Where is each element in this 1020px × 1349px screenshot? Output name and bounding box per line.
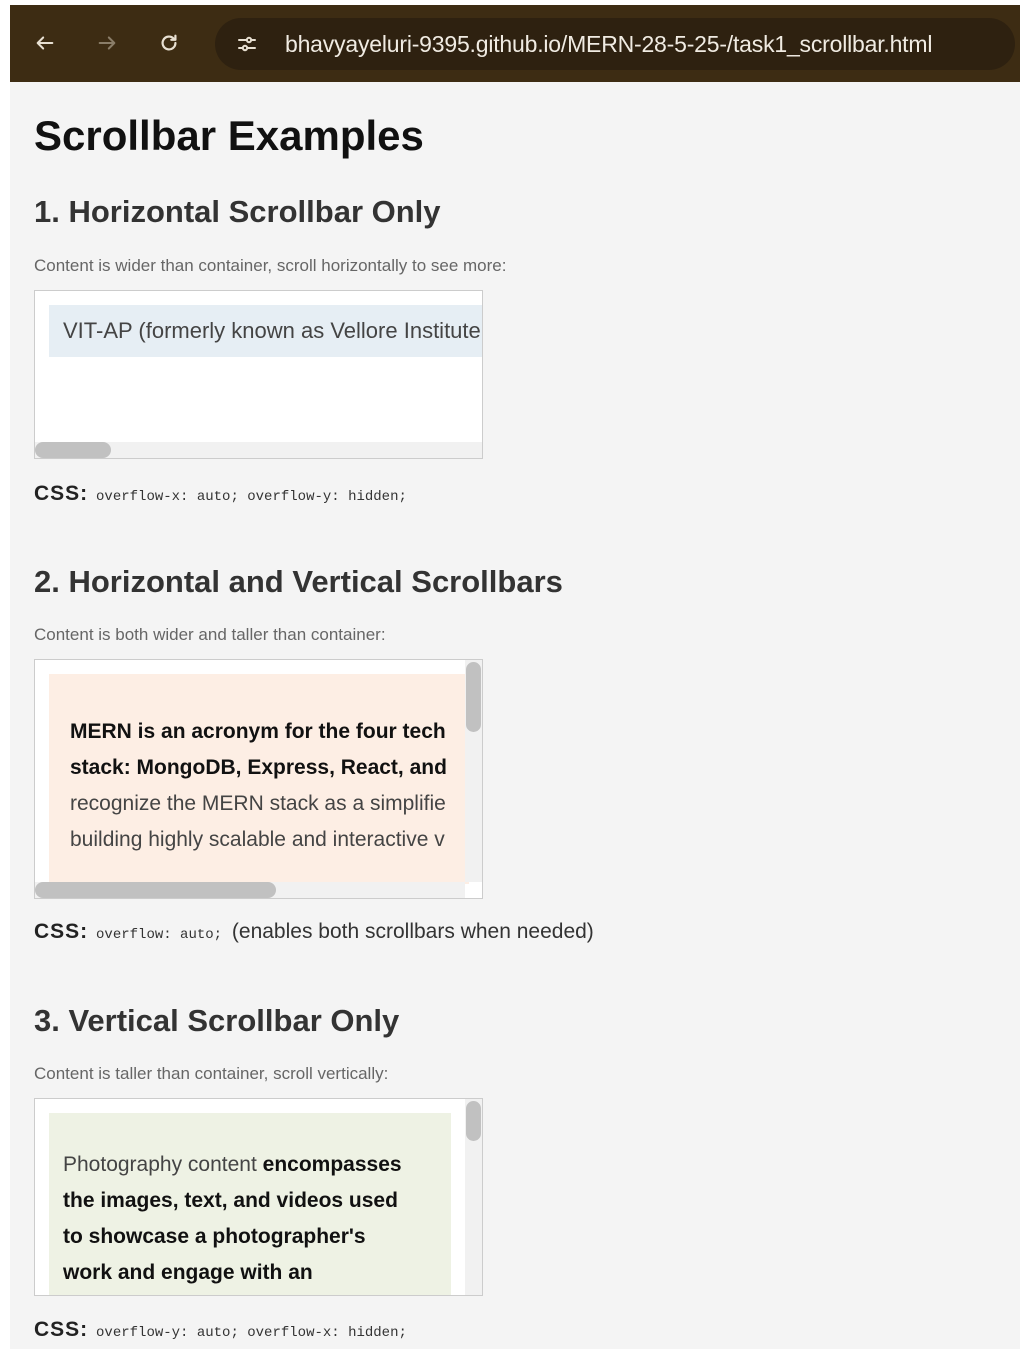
page-title: Scrollbar Examples (34, 112, 424, 159)
section-1-css: CSS: overflow-x: auto; overflow-y: hidde… (34, 482, 407, 506)
box-3-line-2: the images, text, and videos used (63, 1189, 398, 1212)
box-2-line-4: building highly scalable and interactive… (70, 828, 445, 851)
css-code: overflow-y: auto; overflow-x: hidden; (96, 1325, 407, 1341)
css-label: CSS: (34, 920, 89, 943)
css-code: overflow-x: auto; overflow-y: hidden; (96, 489, 407, 505)
section-3-css: CSS: overflow-y: auto; overflow-x: hidde… (34, 1318, 407, 1342)
section-2-description: Content is both wider and taller than co… (34, 625, 386, 644)
forward-icon[interactable] (88, 24, 126, 62)
box-1-content: VIT-AP (formerly known as Vellore Instit… (49, 305, 482, 357)
horizontal-scrollbar[interactable] (35, 882, 465, 898)
browser-toolbar: bhavyayeluri-9395.github.io/MERN-28-5-25… (10, 5, 1020, 82)
page-content: Scrollbar Examples 1. Horizontal Scrollb… (10, 82, 1020, 1349)
url-text[interactable]: bhavyayeluri-9395.github.io/MERN-28-5-25… (285, 31, 932, 58)
section-2-title: 2. Horizontal and Vertical Scrollbars (34, 564, 563, 599)
section-3-description: Content is taller than container, scroll… (34, 1064, 389, 1083)
both-scroll-box[interactable]: MERN is an acronym for the four tech sta… (34, 659, 483, 899)
horizontal-scrollbar[interactable] (35, 442, 482, 458)
box-3-line-3: to showcase a photographer's (63, 1225, 366, 1248)
box-2-line-1: MERN is an acronym for the four tech (70, 720, 446, 743)
css-code: overflow: auto; (96, 927, 223, 943)
section-3-title: 3. Vertical Scrollbar Only (34, 1003, 400, 1038)
box-1-text: VIT-AP (formerly known as Vellore Instit… (63, 318, 481, 343)
vertical-scrollbar[interactable] (465, 660, 482, 882)
horizontal-scroll-thumb[interactable] (35, 882, 276, 898)
css-label: CSS: (34, 482, 89, 505)
section-2-css: CSS: overflow: auto; (enables both scrol… (34, 920, 594, 944)
box-2-line-2: stack: MongoDB, Express, React, and (70, 756, 447, 779)
site-info-icon[interactable] (223, 20, 271, 68)
vertical-scroll-thumb[interactable] (466, 662, 481, 732)
reload-icon[interactable] (150, 24, 188, 62)
back-icon[interactable] (26, 24, 64, 62)
address-bar[interactable]: bhavyayeluri-9395.github.io/MERN-28-5-25… (215, 18, 1015, 70)
box-2-line-3: recognize the MERN stack as a simplifie (70, 792, 446, 815)
box-2-content: MERN is an acronym for the four tech sta… (49, 674, 469, 884)
section-1-title: 1. Horizontal Scrollbar Only (34, 194, 441, 229)
horizontal-scroll-thumb[interactable] (35, 442, 111, 458)
vertical-scroll-box[interactable]: Photography content encompasses the imag… (34, 1098, 483, 1296)
section-1-description: Content is wider than container, scroll … (34, 256, 507, 275)
box-3-content: Photography content encompasses the imag… (49, 1113, 451, 1295)
box-3-line-4: work and engage with an (63, 1261, 313, 1284)
vertical-scroll-thumb[interactable] (466, 1101, 481, 1141)
vertical-scrollbar[interactable] (465, 1099, 482, 1295)
horizontal-scroll-box[interactable]: VIT-AP (formerly known as Vellore Instit… (34, 290, 483, 459)
css-note: (enables both scrollbars when needed) (231, 920, 594, 943)
css-label: CSS: (34, 1318, 89, 1341)
box-3-line-1: Photography content encompasses (63, 1153, 402, 1176)
